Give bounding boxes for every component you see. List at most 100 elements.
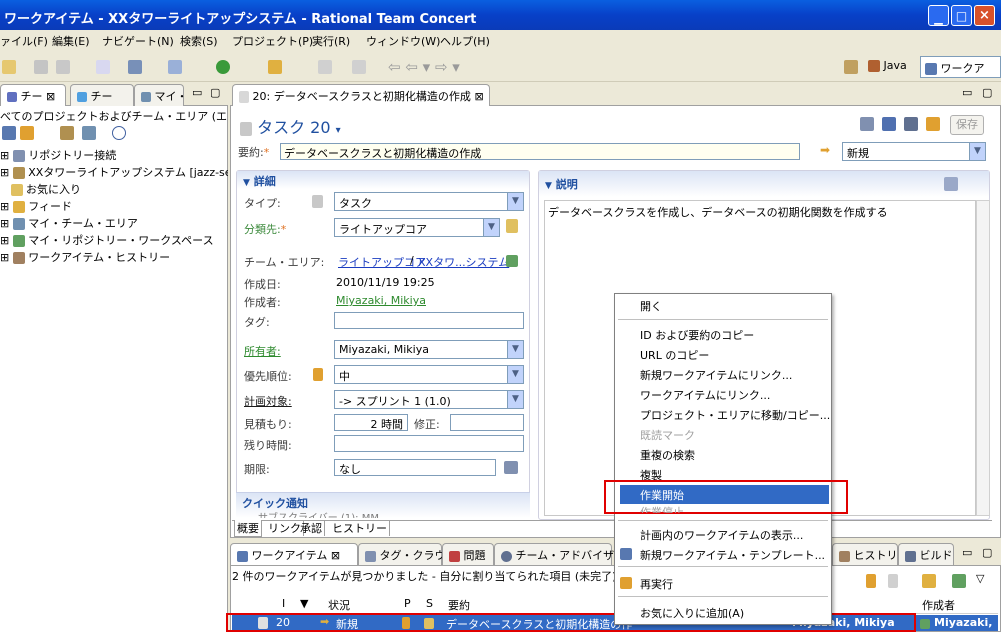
tree-my-repository-workspaces[interactable]: ⊞ マイ・リポジトリー・ワークスペース [0,232,214,248]
priority-select[interactable]: 中 ▼ [334,365,524,384]
due-input[interactable]: なし [334,459,496,476]
close-workitems-view-icon[interactable]: ⊠ [331,549,340,562]
menu-window[interactable]: ウィンドウ(W) [366,33,440,49]
menu-open[interactable]: 開く [640,298,662,314]
plan-select[interactable]: -> スプリント 1 (1.0) ▼ [334,390,524,409]
creator-link[interactable]: Miyazaki, Mikiya [336,294,426,307]
editor-maximize-icon[interactable]: ▢ [982,86,992,99]
tree-my-team-areas[interactable]: ⊞ マイ・チーム・エリア [0,215,138,231]
category-help-icon[interactable] [506,219,518,233]
close-button[interactable]: × [974,5,995,26]
tree-repository-connections[interactable]: ⊞ リポジトリー接続 [0,147,116,163]
col-severity[interactable]: S [426,597,433,610]
team-editor-icon[interactable] [880,115,900,133]
next-annotation-icon[interactable] [316,58,336,76]
tab-workitem-editor[interactable]: 20: データベースクラスと初期化構造の作成 ⊠ [232,84,490,106]
tab-team-advisor[interactable]: チーム・アドバイザ [494,543,614,565]
tab-history-view[interactable]: ヒストリー [832,543,909,565]
tab-approvals[interactable]: 承認 [298,520,325,536]
menu-navigate[interactable]: ナビゲート(N) [102,33,174,49]
tab-build[interactable]: ビルド [898,543,954,565]
display-icon[interactable] [166,58,186,76]
collapse-all-icon[interactable] [0,124,20,142]
description-edit-icon[interactable] [944,177,958,191]
team-area-icon[interactable] [80,124,100,142]
close-editor-tab-icon[interactable]: ⊠ [474,90,483,103]
type-select[interactable]: タスク ▼ [334,192,524,211]
menu-copy-id-summary[interactable]: ID および要約のコピー [640,327,754,343]
menu-run[interactable]: 実行(R) [312,33,350,49]
find-icon[interactable] [858,115,878,133]
plan-label[interactable]: 計画対象: [244,393,292,409]
menu-copy-url[interactable]: URL のコピー [640,347,709,363]
left-maximize-icon[interactable]: ▢ [210,86,220,99]
menu-show-in-plan[interactable]: 計画内のワークアイテムの表示... [640,527,803,543]
view-menu-icon[interactable]: ▽ [976,572,984,585]
menu-move-copy[interactable]: プロジェクト・エリアに移動/コピー... [640,407,830,423]
tree-feeds[interactable]: ⊞ フィード [0,198,72,214]
col-priority[interactable]: P [404,597,411,610]
tag-input[interactable] [334,312,524,329]
export-view-icon[interactable] [950,572,970,590]
remaining-input[interactable] [334,435,524,452]
tab-my-dashboard[interactable]: マイ・ [134,84,188,106]
camera-icon[interactable] [126,58,146,76]
team-area-nav-icon[interactable] [506,254,518,267]
owner-select[interactable]: Miyazaki, Mikiya ▼ [334,340,524,359]
menu-search[interactable]: 検索(S) [180,33,218,49]
col-state[interactable]: 状況 [328,597,350,613]
left-minimize-icon[interactable]: ▭ [192,86,202,99]
perspective-workitems[interactable]: ワークア [920,56,1001,78]
summary-input[interactable]: データベースクラスと初期化構造の作成 [280,143,800,160]
tree-project-area[interactable]: ⊞ XXタワーライトアップシステム [jazz-server [0,164,228,180]
tab-tag-cloud[interactable]: タグ・クラウド [358,543,457,565]
menu-help[interactable]: ヘルプ(H) [440,33,490,49]
new-icon[interactable] [0,58,20,76]
owner-label[interactable]: 所有者: [244,343,281,359]
col-id[interactable]: I [282,597,285,610]
bottom-minimize-icon[interactable]: ▭ [962,546,972,559]
move-down-icon[interactable] [864,572,884,590]
sync-icon[interactable] [18,124,38,142]
tab-team-org[interactable]: チー [70,84,134,106]
project-icon[interactable] [58,124,78,142]
sync-view-icon[interactable] [920,572,940,590]
perspective-java[interactable]: Java [866,56,909,78]
team-area-link-2[interactable]: XXタワ...システム [418,254,509,270]
back-icon[interactable]: ⇦ ⇦ ▾ ⇨ ▾ [388,58,460,76]
menu-find-duplicates[interactable]: 重複の検索 [640,447,695,463]
minimize-button[interactable]: ▁ [928,5,949,26]
heading-dropdown-icon[interactable]: ▾ [336,125,341,136]
tab-workitems-view[interactable]: ワークアイテム ⊠ [230,543,358,565]
estimate-input[interactable]: 2 時間 [334,414,408,431]
menu-file[interactable]: ァイル(F) [0,33,48,49]
move-up-icon[interactable] [886,572,906,590]
refresh-icon[interactable] [924,115,944,133]
editor-minimize-icon[interactable]: ▭ [962,86,972,99]
tree-workitem-history[interactable]: ⊞ ワークアイテム・ヒストリー [0,249,170,265]
calendar-icon[interactable] [504,460,518,474]
tab-team-artifacts[interactable]: チー ⊠ [0,84,66,106]
menu-rerun[interactable]: 再実行 [640,576,673,592]
tab-overview[interactable]: 概要 [234,520,262,537]
debug-icon[interactable] [214,58,234,76]
menu-new-template[interactable]: 新規ワークアイテム・テンプレート... [640,547,825,563]
description-collapse-icon[interactable]: ▼ [545,181,552,191]
new-workitem-icon[interactable] [94,58,114,76]
menu-add-favorites[interactable]: お気に入りに追加(A) [640,605,744,621]
help-icon[interactable] [110,124,130,142]
tab-history[interactable]: ヒストリー [330,520,390,536]
col-summary[interactable]: 要約 [448,597,470,613]
correction-input[interactable] [450,414,524,431]
col-creator[interactable]: 作成者 [922,597,955,613]
pen-icon[interactable] [266,58,286,76]
save-icon[interactable] [32,58,52,76]
save-button[interactable]: 保存 [950,115,984,135]
state-select[interactable]: 新規 ▼ [842,142,986,161]
tree-favorites[interactable]: お気に入り [0,181,81,197]
description-scrollbar[interactable] [976,200,990,516]
maximize-button[interactable]: □ [951,5,972,26]
details-collapse-icon[interactable]: ▼ [243,178,250,188]
menu-link-new-workitem[interactable]: 新規ワークアイテムにリンク... [640,367,792,383]
menu-link-workitem[interactable]: ワークアイテムにリンク... [640,387,770,403]
